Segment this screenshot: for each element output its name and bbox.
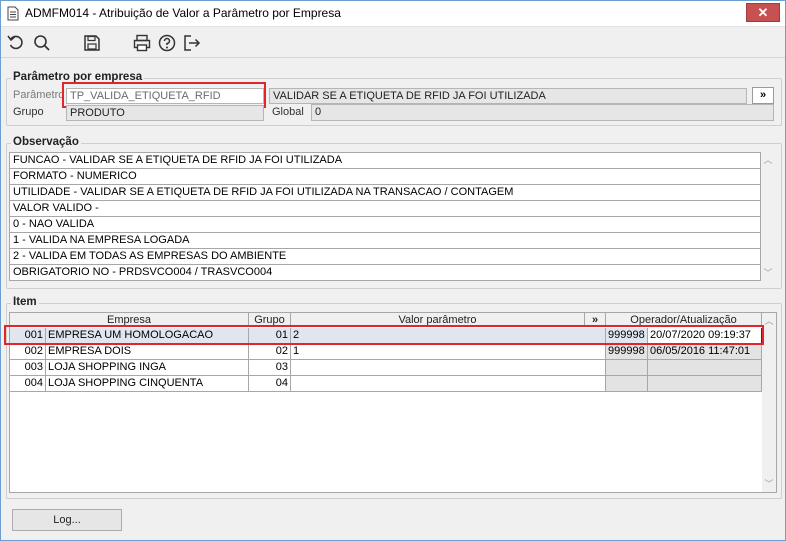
log-button[interactable]: Log... <box>12 509 122 531</box>
row-code: 002 <box>10 344 46 360</box>
close-button[interactable]: ✕ <box>746 3 780 22</box>
row-grupo: 04 <box>249 376 291 392</box>
row-atualizacao <box>648 376 762 392</box>
help-icon[interactable] <box>157 33 177 53</box>
table-row[interactable]: 001 EMPRESA UM HOMOLOGACAO 01 2 999998 2… <box>10 328 762 344</box>
scroll-up-icon[interactable]: ︿ <box>762 316 776 326</box>
row-code: 004 <box>10 376 46 392</box>
parametro-description: VALIDAR SE A ETIQUETA DE RFID JA FOI UTI… <box>269 88 747 104</box>
item-group-label: Item <box>11 296 39 308</box>
row-operador <box>606 376 648 392</box>
row-valor[interactable] <box>291 360 606 376</box>
scroll-down-icon[interactable]: ﹀ <box>762 479 776 489</box>
global-field: 0 <box>311 104 774 121</box>
title-bar: ADMFM014 - Atribuição de Valor a Parâmet… <box>1 1 785 27</box>
row-code: 001 <box>10 328 46 344</box>
print-icon[interactable] <box>132 33 152 53</box>
row-empresa: LOJA SHOPPING CINQUENTA <box>46 376 249 392</box>
table-row[interactable]: 003 LOJA SHOPPING INGA 03 <box>10 360 762 376</box>
observacao-line: 0 - NAO VALIDA <box>10 217 760 233</box>
scroll-down-icon[interactable]: ﹀ <box>761 268 775 278</box>
col-empresa[interactable]: Empresa <box>10 313 249 327</box>
row-valor[interactable] <box>291 376 606 392</box>
observacao-line: 2 - VALIDA EM TODAS AS EMPRESAS DO AMBIE… <box>10 249 760 265</box>
parametro-field[interactable]: TP_VALIDA_ETIQUETA_RFID <box>66 88 264 104</box>
observacao-line: 1 - VALIDA NA EMPRESA LOGADA <box>10 233 760 249</box>
observacao-line: UTILIDADE - VALIDAR SE A ETIQUETA DE RFI… <box>10 185 760 201</box>
grupo-field: PRODUTO <box>66 105 264 121</box>
col-expand-button[interactable]: » <box>585 313 606 327</box>
row-operador <box>606 360 648 376</box>
expand-button[interactable]: » <box>752 87 774 104</box>
row-atualizacao <box>648 360 762 376</box>
table-row[interactable]: 002 EMPRESA DOIS 02 1 999998 06/05/2016 … <box>10 344 762 360</box>
global-label: Global <box>272 106 304 118</box>
table-row[interactable]: 004 LOJA SHOPPING CINQUENTA 04 <box>10 376 762 392</box>
row-code: 003 <box>10 360 46 376</box>
row-empresa: EMPRESA UM HOMOLOGACAO <box>46 328 249 344</box>
row-empresa: LOJA SHOPPING INGA <box>46 360 249 376</box>
row-atualizacao: 20/07/2020 09:19:37 <box>648 328 762 344</box>
col-operador[interactable]: Operador/Atualização <box>606 313 762 327</box>
row-empresa: EMPRESA DOIS <box>46 344 249 360</box>
col-grupo[interactable]: Grupo <box>249 313 291 327</box>
scroll-up-icon[interactable]: ︿ <box>761 155 775 165</box>
parametro-label: Parâmetro <box>13 89 65 101</box>
row-operador: 999998 <box>606 328 648 344</box>
observacao-line: FORMATO - NUMERICO <box>10 169 760 185</box>
window-title: ADMFM014 - Atribuição de Valor a Parâmet… <box>25 6 341 20</box>
observacao-line: VALOR VALIDO - <box>10 201 760 217</box>
row-operador: 999998 <box>606 344 648 360</box>
grupo-label: Grupo <box>13 106 44 118</box>
grid-header: Empresa Grupo Valor parâmetro » Operador… <box>10 313 762 327</box>
row-valor[interactable]: 2 <box>291 328 606 344</box>
observacao-line: FUNCAO - VALIDAR SE A ETIQUETA DE RFID J… <box>10 153 760 169</box>
document-icon <box>7 6 19 21</box>
row-grupo: 02 <box>249 344 291 360</box>
observacao-scrollbar[interactable]: ︿ ﹀ <box>761 152 775 281</box>
item-scrollbar[interactable]: ︿ ﹀ <box>762 313 776 492</box>
observacao-list[interactable]: FUNCAO - VALIDAR SE A ETIQUETA DE RFID J… <box>9 152 761 281</box>
toolbar <box>1 28 785 58</box>
dialog-window: ADMFM014 - Atribuição de Valor a Parâmet… <box>0 0 786 541</box>
search-icon[interactable] <box>32 33 52 53</box>
refresh-icon[interactable] <box>6 33 26 53</box>
col-valor[interactable]: Valor parâmetro <box>291 313 585 327</box>
row-valor[interactable]: 1 <box>291 344 606 360</box>
row-grupo: 03 <box>249 360 291 376</box>
item-grid[interactable]: Empresa Grupo Valor parâmetro » Operador… <box>9 312 777 493</box>
row-atualizacao: 06/05/2016 11:47:01 <box>648 344 762 360</box>
save-icon[interactable] <box>82 33 102 53</box>
observacao-line: OBRIGATORIO NO - PRDSVCO004 / TRASVCO004 <box>13 266 273 278</box>
observacao-group-label: Observação <box>11 136 81 148</box>
exit-icon[interactable] <box>182 33 202 53</box>
row-grupo: 01 <box>249 328 291 344</box>
parametro-group-label: Parâmetro por empresa <box>11 71 145 83</box>
